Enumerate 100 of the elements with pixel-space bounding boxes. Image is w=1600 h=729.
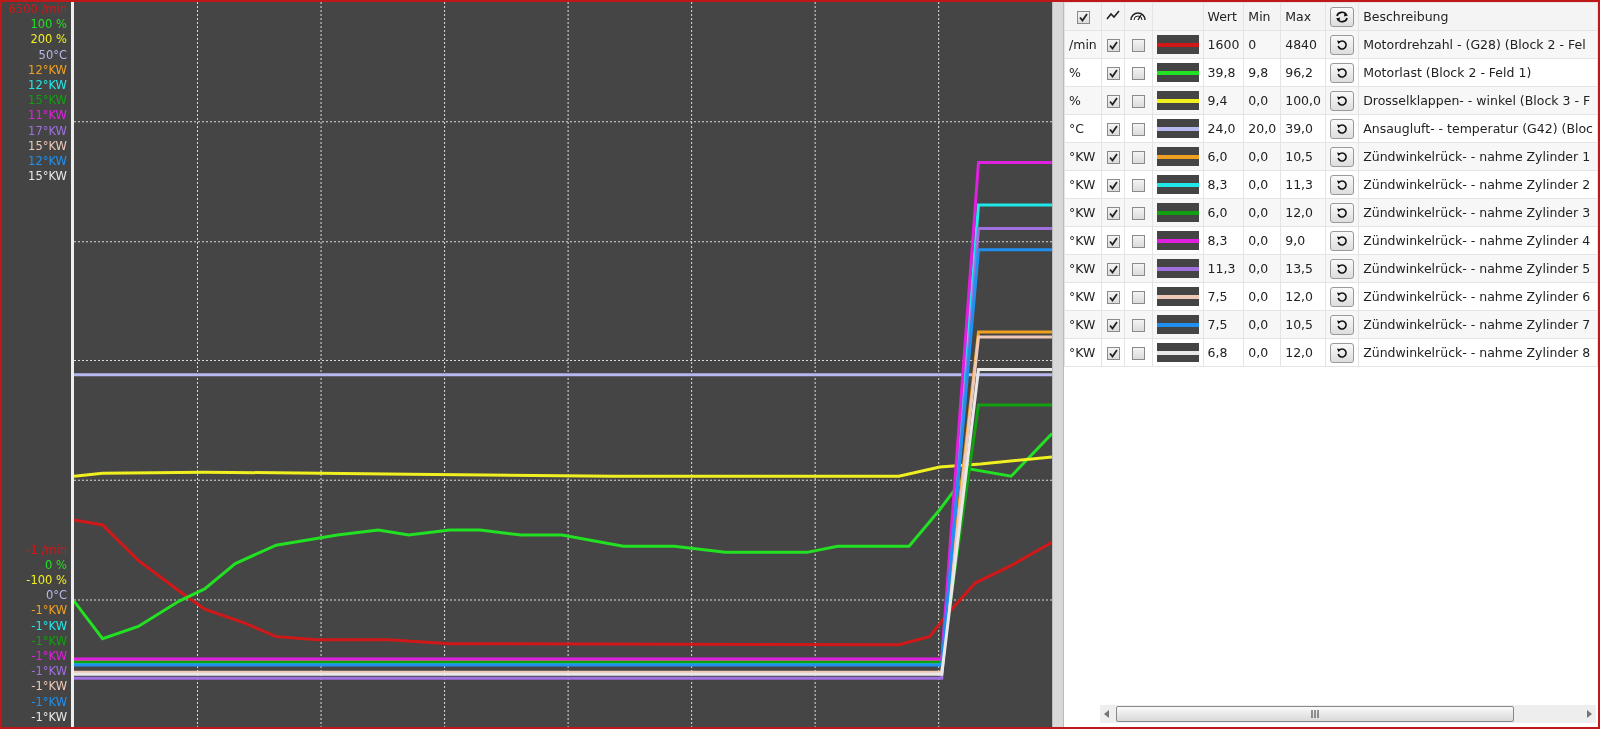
line-color-swatch[interactable] — [1156, 175, 1199, 194]
show-checkbox[interactable] — [1106, 263, 1120, 276]
unit-cell: °KW — [1064, 170, 1102, 199]
min-cell: 0,0 — [1243, 226, 1281, 255]
axis-max-label: 15°KW — [28, 169, 67, 185]
max-cell: 39,0 — [1280, 114, 1326, 143]
unit-cell: % — [1064, 58, 1102, 87]
reset-button[interactable] — [1330, 174, 1355, 195]
undo-icon — [1336, 206, 1349, 219]
gauge-checkbox[interactable] — [1131, 123, 1145, 136]
gauge-checkbox[interactable] — [1131, 235, 1145, 248]
axis-max-label: 12°KW — [28, 78, 67, 94]
line-color-swatch[interactable] — [1156, 287, 1199, 306]
axis-max-label: 17°KW — [28, 123, 67, 139]
axis-max-label: 11°KW — [28, 108, 67, 124]
reset-button[interactable] — [1330, 90, 1355, 111]
show-checkbox[interactable] — [1106, 291, 1120, 304]
show-checkbox[interactable] — [1106, 207, 1120, 220]
min-cell: 0,0 — [1243, 282, 1281, 311]
undo-icon — [1336, 178, 1349, 191]
show-checkbox[interactable] — [1106, 67, 1120, 80]
gauge-checkbox[interactable] — [1131, 291, 1145, 304]
value-cell: 8,3 — [1203, 226, 1244, 255]
undo-icon — [1336, 122, 1349, 135]
axis-max-label: 12°KW — [28, 62, 67, 78]
reset-button[interactable] — [1330, 202, 1355, 223]
description-cell: Drosselklappen- - winkel (Block 3 - F — [1358, 86, 1598, 115]
scroll-right-icon[interactable] — [1586, 710, 1592, 718]
gauge-checkbox[interactable] — [1131, 263, 1145, 276]
axis-max-label: 100 % — [30, 17, 67, 33]
gauge-checkbox[interactable] — [1131, 151, 1145, 164]
max-cell: 11,3 — [1280, 170, 1326, 199]
reset-button[interactable] — [1330, 286, 1355, 307]
axis-min-label: -1°KW — [31, 664, 67, 680]
show-checkbox[interactable] — [1106, 235, 1120, 248]
undo-icon — [1336, 234, 1349, 247]
reset-button[interactable] — [1330, 118, 1355, 139]
unit-cell: % — [1064, 86, 1102, 115]
undo-icon — [1336, 262, 1349, 275]
line-color-swatch[interactable] — [1156, 63, 1199, 82]
undo-icon — [1336, 346, 1349, 359]
max-cell: 12,0 — [1280, 338, 1326, 367]
column-header: Min — [1243, 2, 1281, 31]
reset-all-button[interactable] — [1330, 6, 1355, 27]
select-all-checkbox[interactable] — [1076, 11, 1090, 24]
gauge-checkbox[interactable] — [1131, 319, 1145, 332]
undo-icon — [1336, 150, 1349, 163]
grip-icon — [1311, 710, 1319, 718]
axis-min-label: -1°KW — [31, 679, 67, 695]
min-cell: 0,0 — [1243, 170, 1281, 199]
reset-button[interactable] — [1330, 342, 1355, 363]
line-color-swatch[interactable] — [1156, 259, 1199, 278]
show-checkbox[interactable] — [1106, 151, 1120, 164]
axis-min-label: -1°KW — [31, 649, 67, 665]
show-checkbox[interactable] — [1106, 95, 1120, 108]
reset-button[interactable] — [1330, 314, 1355, 335]
show-checkbox[interactable] — [1106, 319, 1120, 332]
unit-cell: °KW — [1064, 226, 1102, 255]
axis-min-label: -100 % — [26, 572, 67, 589]
show-checkbox[interactable] — [1106, 179, 1120, 192]
axis-min-label: 0 % — [45, 557, 67, 573]
horizontal-scrollbar[interactable] — [1100, 705, 1596, 723]
axis-min-label: -1°KW — [31, 709, 67, 725]
reset-button[interactable] — [1330, 230, 1355, 251]
line-color-swatch[interactable] — [1156, 119, 1199, 138]
line-color-swatch[interactable] — [1156, 91, 1199, 110]
show-checkbox[interactable] — [1106, 123, 1120, 136]
axis-max-label: 6500 /min — [8, 2, 67, 18]
axis-min-label: 0°C — [45, 588, 67, 604]
axis-min-label: -1 /min — [26, 542, 67, 558]
line-color-swatch[interactable] — [1156, 35, 1199, 54]
reset-button[interactable] — [1330, 34, 1355, 55]
gauge-checkbox[interactable] — [1131, 95, 1145, 108]
line-color-swatch[interactable] — [1156, 231, 1199, 250]
line-color-swatch[interactable] — [1156, 147, 1199, 166]
show-checkbox[interactable] — [1106, 39, 1120, 52]
value-cell: 39,8 — [1203, 58, 1244, 87]
line-color-swatch[interactable] — [1156, 315, 1199, 334]
undo-icon — [1336, 66, 1349, 79]
reset-button[interactable] — [1330, 258, 1355, 279]
axis-max-label: 200 % — [30, 32, 67, 48]
gauge-checkbox[interactable] — [1131, 207, 1145, 220]
axis-max-label: 15°KW — [28, 138, 67, 155]
line-color-swatch[interactable] — [1156, 343, 1199, 362]
gauge-checkbox[interactable] — [1131, 39, 1145, 52]
gauge-checkbox[interactable] — [1131, 347, 1145, 360]
scroll-left-icon[interactable] — [1104, 710, 1110, 718]
gauge-checkbox[interactable] — [1131, 179, 1145, 192]
unit-cell: °KW — [1064, 142, 1102, 171]
min-cell: 20,0 — [1243, 114, 1281, 143]
gauge-checkbox[interactable] — [1131, 67, 1145, 80]
reset-button[interactable] — [1330, 146, 1355, 167]
unit-cell: /min — [1064, 30, 1102, 59]
reset-button[interactable] — [1330, 62, 1355, 83]
line-color-swatch[interactable] — [1156, 203, 1199, 222]
show-checkbox[interactable] — [1106, 347, 1120, 360]
column-header: Beschreibung — [1358, 2, 1598, 31]
description-cell: Zündwinkelrück- - nahme Zylinder 7 — [1358, 310, 1598, 339]
description-cell: Zündwinkelrück- - nahme Zylinder 6 — [1358, 282, 1598, 311]
unit-cell: °KW — [1064, 310, 1102, 339]
